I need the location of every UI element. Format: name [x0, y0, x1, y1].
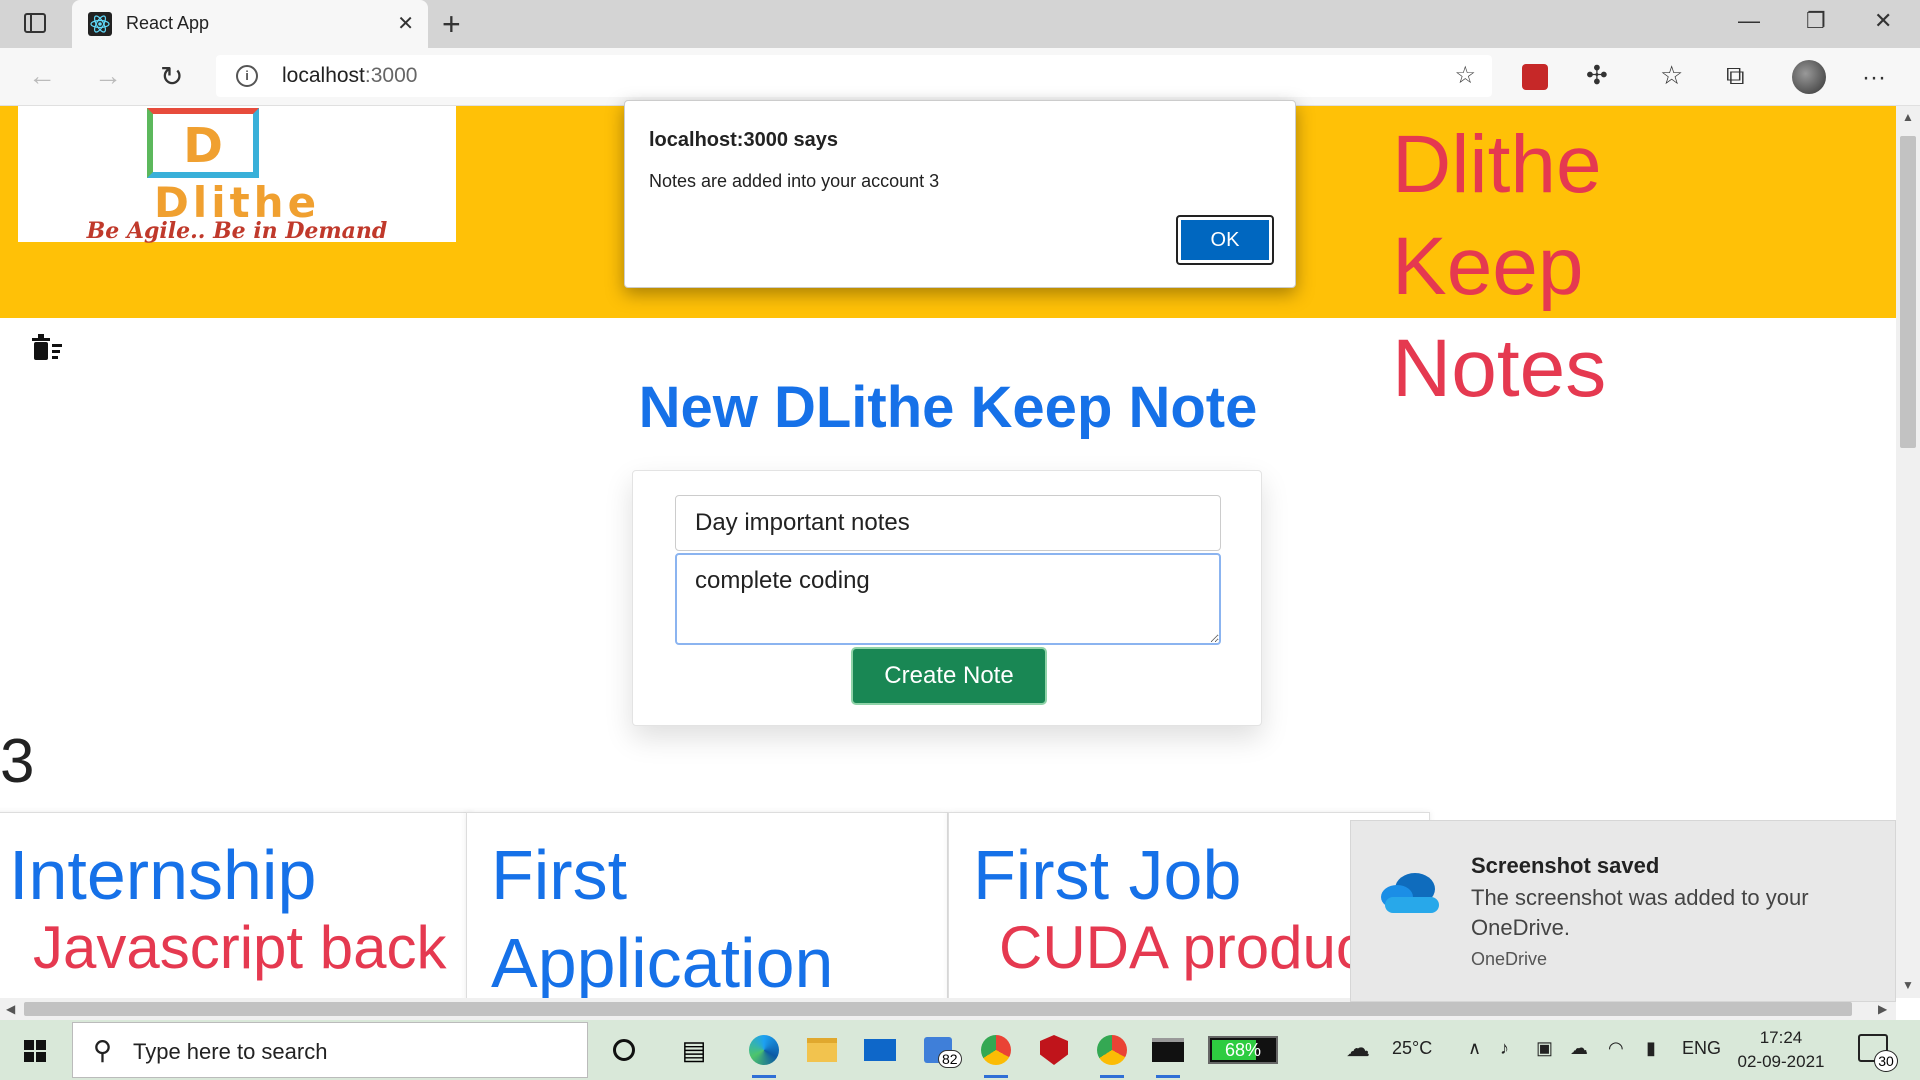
cortana-icon[interactable] [606, 1032, 642, 1068]
toast-message: The screenshot was added to your OneDriv… [1471, 885, 1809, 940]
tab-react-app[interactable]: React App ✕ [72, 0, 428, 48]
tab-title: React App [126, 13, 210, 33]
scroll-down-icon[interactable]: ▼ [1902, 978, 1914, 992]
wifi-icon[interactable]: ◠ [1608, 1038, 1624, 1059]
action-center-icon[interactable]: 30 [1858, 1034, 1898, 1072]
menu-icon[interactable]: ··· [1862, 64, 1886, 92]
extension-icon[interactable] [1522, 64, 1548, 90]
vertical-scrollbar[interactable]: ▲ ▼ [1896, 106, 1920, 998]
dlithe-logo: D Dlithe Be Agile.. Be in Demand [18, 106, 456, 244]
weather-icon[interactable]: ☁ [1346, 1034, 1370, 1063]
chrome-icon[interactable] [978, 1032, 1014, 1078]
create-note-button[interactable]: Create Note [851, 647, 1047, 705]
dialog-title: localhost:3000 says [649, 129, 838, 151]
onedrive-tray-icon[interactable]: ☁ [1570, 1038, 1588, 1059]
logo-tagline: Be Agile.. Be in Demand [86, 218, 388, 244]
tab-strip: React App ✕ + — ❐ ✕ [0, 0, 1920, 48]
back-icon[interactable]: ← [28, 60, 56, 92]
edge-icon[interactable] [746, 1032, 782, 1078]
mail-icon[interactable] [862, 1032, 898, 1068]
clock-date: 02-09-2021 [1737, 1052, 1825, 1071]
dialog-message: Notes are added into your account 3 [649, 171, 940, 191]
battery-level: 68% [1224, 1040, 1262, 1060]
url-text[interactable]: localhost:3000 [282, 64, 417, 88]
terminal-icon[interactable] [1150, 1032, 1186, 1078]
search-icon: ⚲ [93, 1035, 113, 1065]
note-card: First Application [466, 812, 948, 998]
note-title: Internship [9, 836, 317, 914]
store-badge: 82 [938, 1050, 962, 1068]
favorites-icon[interactable]: ☆ [1660, 60, 1683, 91]
note-body-textarea[interactable]: complete coding [675, 553, 1221, 645]
vertical-scroll-thumb[interactable] [1900, 136, 1916, 448]
note-count: 3 [0, 727, 35, 796]
onedrive-toast[interactable]: Screenshot saved The screenshot was adde… [1350, 820, 1896, 1002]
tab-actions-icon[interactable] [24, 13, 46, 33]
navigation-bar: ← → ↻ i localhost:3000 ☆ ✣ ☆ ⧉ ··· [0, 48, 1920, 106]
language-indicator[interactable]: ENG [1682, 1038, 1721, 1059]
logo-frame: D [147, 108, 259, 178]
address-bar[interactable]: i localhost:3000 ☆ [216, 55, 1492, 97]
close-window-icon[interactable]: ✕ [1874, 8, 1892, 34]
refresh-icon[interactable]: ↻ [160, 60, 183, 93]
page-title: New DLithe Keep Note [638, 375, 1258, 440]
task-view-icon[interactable]: ▤ [676, 1032, 712, 1068]
close-tab-icon[interactable]: ✕ [397, 11, 414, 36]
microphone-icon[interactable]: ▮ [1646, 1038, 1656, 1059]
note-title: First Application [491, 836, 834, 998]
extensions-puzzle-icon[interactable]: ✣ [1586, 60, 1608, 91]
store-icon[interactable]: 82 [920, 1032, 962, 1068]
volume-icon[interactable]: ♪ [1500, 1038, 1509, 1059]
note-card: Internship Javascript back [0, 812, 472, 998]
file-explorer-icon[interactable] [804, 1032, 840, 1068]
profile-avatar[interactable] [1792, 60, 1826, 94]
add-favorite-icon[interactable]: ☆ [1454, 61, 1476, 90]
temperature-text[interactable]: 25°C [1392, 1038, 1432, 1059]
show-hidden-icons[interactable]: ∧ [1468, 1038, 1481, 1059]
note-form: complete coding Create Note [632, 470, 1262, 726]
battery-meter[interactable]: 68% [1208, 1036, 1278, 1064]
minimize-icon[interactable]: — [1738, 8, 1760, 34]
logo-letter: D [183, 118, 223, 174]
scroll-left-icon[interactable]: ◀ [6, 1002, 15, 1016]
clock[interactable]: 17:24 02-09-2021 [1736, 1026, 1826, 1074]
meet-now-icon[interactable]: ▣ [1536, 1038, 1553, 1059]
clock-time: 17:24 [1759, 1028, 1803, 1047]
mcafee-icon[interactable] [1036, 1032, 1072, 1068]
onedrive-cloud-icon [1381, 873, 1439, 913]
chrome-profile-icon[interactable] [1094, 1032, 1130, 1078]
new-tab-button[interactable]: + [442, 6, 461, 43]
search-placeholder: Type here to search [133, 1039, 328, 1064]
collections-icon[interactable]: ⧉ [1726, 60, 1745, 92]
notification-count: 30 [1874, 1050, 1898, 1072]
note-body: Javascript back [33, 914, 447, 981]
scroll-right-icon[interactable]: ▶ [1878, 1002, 1887, 1016]
delete-all-icon[interactable] [30, 332, 66, 362]
note-title-input[interactable] [675, 495, 1221, 551]
windows-start-icon[interactable] [24, 1040, 46, 1062]
taskbar-search[interactable]: ⚲ Type here to search [72, 1022, 588, 1078]
restore-icon[interactable]: ❐ [1806, 8, 1826, 34]
horizontal-scroll-thumb[interactable] [24, 1002, 1852, 1016]
forward-icon[interactable]: → [94, 60, 122, 92]
toast-title: Screenshot saved [1471, 853, 1660, 878]
scroll-up-icon[interactable]: ▲ [1902, 110, 1914, 124]
toast-app-name: OneDrive [1471, 949, 1548, 969]
ok-button[interactable]: OK [1176, 215, 1274, 265]
taskbar: ⚲ Type here to search ▤ 82 68% ☁ 25°C ∧ … [0, 1020, 1920, 1080]
alert-dialog: localhost:3000 says Notes are added into… [624, 100, 1296, 288]
info-icon[interactable]: i [236, 65, 258, 87]
react-icon [88, 12, 112, 36]
